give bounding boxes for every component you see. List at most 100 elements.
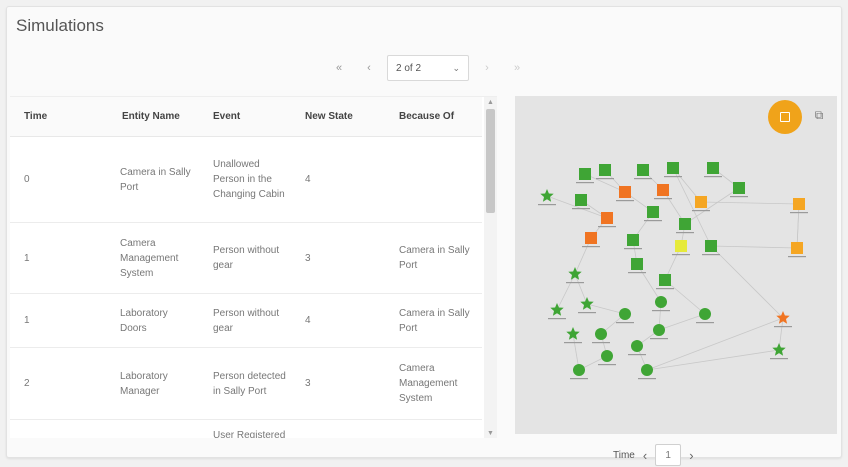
graph-node[interactable] — [679, 218, 691, 230]
graph-node-label — [628, 354, 646, 356]
graph-node-label — [730, 196, 748, 198]
graph-node[interactable] — [566, 327, 580, 340]
graph-node[interactable] — [550, 303, 564, 316]
page-title: Simulations — [16, 16, 104, 35]
cell-event: Unallowed Person in the Changing Cabin — [213, 159, 285, 200]
table-row[interactable]: 1 Laboratory Doors Person without gear 4… — [10, 294, 482, 348]
graph-canvas[interactable] — [515, 96, 837, 434]
graph-node-label — [788, 256, 806, 258]
graph-node[interactable] — [601, 212, 613, 224]
graph-node[interactable] — [675, 240, 687, 252]
graph-node-label — [598, 364, 616, 366]
prev-page-button[interactable]: ‹ — [357, 56, 381, 80]
graph-node-label — [790, 212, 808, 214]
graph-node[interactable] — [659, 274, 671, 286]
graph-node[interactable] — [619, 308, 631, 320]
graph-node-label — [702, 254, 720, 256]
network-graph[interactable]: ⧉ — [515, 96, 837, 434]
graph-node[interactable] — [573, 364, 585, 376]
graph-node[interactable] — [637, 164, 649, 176]
graph-node[interactable] — [733, 182, 745, 194]
graph-node[interactable] — [575, 194, 587, 206]
time-input[interactable]: 1 — [655, 444, 682, 466]
graph-node-label — [578, 312, 596, 314]
graph-edge — [574, 273, 588, 305]
graph-node[interactable] — [540, 189, 554, 202]
scroll-thumb[interactable] — [486, 109, 495, 213]
graph-node[interactable] — [568, 267, 582, 280]
graph-node[interactable] — [631, 340, 643, 352]
cell-event: Person without gear — [213, 307, 280, 334]
graph-node[interactable] — [641, 364, 653, 376]
graph-node-label — [672, 254, 690, 256]
cell-state: 4 — [305, 174, 311, 185]
graph-edge — [646, 349, 780, 371]
page-select[interactable]: 2 of 2 ⌄ — [387, 55, 469, 81]
graph-node[interactable] — [655, 296, 667, 308]
header-time[interactable]: Time — [10, 111, 104, 122]
graph-node[interactable] — [772, 343, 786, 356]
fit-view-button[interactable] — [768, 100, 802, 134]
cell-time: 0 — [24, 174, 30, 185]
table-row[interactable]: 0 Camera in Sally Port Unallowed Person … — [10, 137, 482, 223]
cell-entity: Camera in Sally Port — [120, 166, 191, 193]
graph-node[interactable] — [631, 258, 643, 270]
graph-node[interactable] — [793, 198, 805, 210]
table-scrollbar[interactable]: ▲ ▼ — [484, 97, 497, 438]
graph-node[interactable] — [599, 164, 611, 176]
header-entity-name[interactable]: Entity Name — [104, 111, 197, 122]
graph-node[interactable] — [627, 234, 639, 246]
graph-node[interactable] — [791, 242, 803, 254]
last-page-button[interactable]: » — [505, 56, 529, 80]
graph-node-label — [652, 310, 670, 312]
cell-state: 3 — [305, 252, 311, 264]
page-select-value: 2 of 2 — [396, 62, 422, 74]
graph-node[interactable] — [580, 297, 594, 310]
time-label: Time — [613, 449, 635, 461]
graph-node[interactable] — [653, 324, 665, 336]
events-table: Time Entity Name Event New State Because… — [10, 96, 497, 438]
pagination: « ‹ 2 of 2 ⌄ › » — [327, 55, 529, 81]
cell-because: Camera in Sally Port — [399, 245, 470, 271]
graph-node-label — [598, 226, 616, 228]
graph-node-label — [570, 378, 588, 380]
table-row[interactable]: 1 Camera Management System Person withou… — [10, 223, 482, 294]
graph-node-label — [770, 358, 788, 360]
graph-node[interactable] — [667, 162, 679, 174]
graph-node-label — [548, 318, 566, 320]
graph-node[interactable] — [705, 240, 717, 252]
graph-node[interactable] — [585, 232, 597, 244]
first-page-button[interactable]: « — [327, 56, 351, 80]
header-because-of[interactable]: Because Of — [385, 111, 482, 122]
graph-node[interactable] — [707, 162, 719, 174]
table-row[interactable]: 2 Laboratory Manager Person detected in … — [10, 348, 482, 420]
cell-because: Camera in Sally Port — [399, 307, 470, 334]
graph-node[interactable] — [657, 184, 669, 196]
header-event[interactable]: Event — [197, 111, 293, 122]
next-page-button[interactable]: › — [475, 56, 499, 80]
graph-node[interactable] — [619, 186, 631, 198]
time-control: Time ‹ 1 › — [613, 443, 694, 467]
graph-node-label — [624, 248, 642, 250]
graph-node-label — [566, 282, 584, 284]
simulations-card: Simulations « ‹ 2 of 2 ⌄ › » Time Entity… — [6, 6, 842, 466]
graph-node-label — [704, 176, 722, 178]
graph-node[interactable] — [699, 308, 711, 320]
graph-node-label — [628, 272, 646, 274]
table-row[interactable]: User Registered — [10, 420, 482, 438]
graph-node[interactable] — [601, 350, 613, 362]
table-body: 0 Camera in Sally Port Unallowed Person … — [10, 137, 482, 438]
graph-node[interactable] — [579, 168, 591, 180]
table-header: Time Entity Name Event New State Because… — [10, 97, 482, 137]
graph-node[interactable] — [647, 206, 659, 218]
scroll-down-icon[interactable]: ▼ — [487, 430, 494, 437]
cell-entity: Camera Management System — [120, 237, 179, 279]
cell-time: 2 — [24, 378, 30, 389]
export-icon[interactable]: ⧉ — [812, 108, 826, 122]
time-prev-icon[interactable]: ‹ — [643, 448, 647, 463]
graph-node[interactable] — [595, 328, 607, 340]
scroll-up-icon[interactable]: ▲ — [487, 99, 494, 106]
time-next-icon[interactable]: › — [689, 448, 693, 463]
header-new-state[interactable]: New State — [293, 111, 385, 122]
graph-node[interactable] — [695, 196, 707, 208]
